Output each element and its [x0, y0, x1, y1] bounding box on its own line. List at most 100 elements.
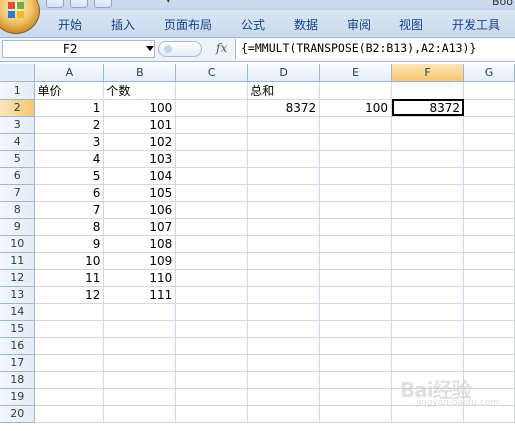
cell-f2[interactable]: 8372 [391, 99, 464, 117]
cell-g13[interactable] [463, 286, 515, 304]
cell-e2[interactable]: 100 [319, 99, 393, 117]
cell-b15[interactable] [103, 320, 177, 338]
cell-c4[interactable] [175, 133, 249, 151]
undo-icon[interactable] [70, 0, 88, 8]
cell-e1[interactable] [319, 81, 393, 100]
row-header-4[interactable]: 4 [0, 133, 36, 151]
cell-a4[interactable]: 3 [34, 133, 105, 151]
cell-d14[interactable] [247, 303, 321, 321]
cell-d15[interactable] [247, 320, 321, 338]
row-header-8[interactable]: 8 [0, 201, 36, 219]
row-header-5[interactable]: 5 [0, 150, 36, 168]
cell-f4[interactable] [391, 133, 464, 151]
cell-e5[interactable] [319, 150, 393, 168]
cell-g15[interactable] [463, 320, 515, 338]
save-icon[interactable] [46, 0, 64, 8]
cell-f20[interactable] [391, 405, 464, 423]
cell-e6[interactable] [319, 167, 393, 185]
cell-c9[interactable] [175, 218, 249, 236]
column-header-e[interactable]: E [319, 64, 393, 82]
cell-a13[interactable]: 12 [34, 286, 105, 304]
cell-d18[interactable] [247, 371, 321, 389]
cell-g20[interactable] [463, 405, 515, 423]
cell-d12[interactable] [247, 269, 321, 287]
cell-a6[interactable]: 5 [34, 167, 105, 185]
cell-d5[interactable] [247, 150, 321, 168]
cell-c10[interactable] [175, 235, 249, 253]
cell-a8[interactable]: 7 [34, 201, 105, 219]
cell-c14[interactable] [175, 303, 249, 321]
cell-f8[interactable] [391, 201, 464, 219]
cell-e13[interactable] [319, 286, 393, 304]
redo-icon[interactable] [94, 0, 112, 8]
cell-b3[interactable]: 101 [103, 116, 177, 134]
cell-d11[interactable] [247, 252, 321, 270]
tab-home[interactable]: 开始 [58, 16, 82, 33]
cell-d17[interactable] [247, 354, 321, 372]
cell-e20[interactable] [319, 405, 393, 423]
row-header-19[interactable]: 19 [0, 388, 36, 406]
cell-b11[interactable]: 109 [103, 252, 177, 270]
cell-g10[interactable] [463, 235, 515, 253]
tab-page-layout[interactable]: 页面布局 [164, 16, 212, 33]
cell-b7[interactable]: 105 [103, 184, 177, 202]
cell-e8[interactable] [319, 201, 393, 219]
cell-b13[interactable]: 111 [103, 286, 177, 304]
cell-c12[interactable] [175, 269, 249, 287]
cell-d7[interactable] [247, 184, 321, 202]
cell-a12[interactable]: 11 [34, 269, 105, 287]
cell-e19[interactable] [319, 388, 393, 406]
cell-b14[interactable] [103, 303, 177, 321]
cell-b20[interactable] [103, 405, 177, 423]
cell-f13[interactable] [391, 286, 464, 304]
cell-c7[interactable] [175, 184, 249, 202]
cell-b17[interactable] [103, 354, 177, 372]
row-header-9[interactable]: 9 [0, 218, 36, 236]
cell-c16[interactable] [175, 337, 249, 355]
cell-a10[interactable]: 9 [34, 235, 105, 253]
cell-f14[interactable] [391, 303, 464, 321]
cell-a9[interactable]: 8 [34, 218, 105, 236]
row-header-14[interactable]: 14 [0, 303, 36, 321]
cell-a11[interactable]: 10 [34, 252, 105, 270]
cell-b19[interactable] [103, 388, 177, 406]
column-header-d[interactable]: D [247, 64, 321, 82]
cell-e7[interactable] [319, 184, 393, 202]
cell-e16[interactable] [319, 337, 393, 355]
cell-c3[interactable] [175, 116, 249, 134]
cell-g1[interactable] [463, 81, 515, 100]
name-box[interactable]: F2 [2, 40, 155, 58]
cell-f19[interactable] [391, 388, 464, 406]
cell-g9[interactable] [463, 218, 515, 236]
cell-b8[interactable]: 106 [103, 201, 177, 219]
cell-e11[interactable] [319, 252, 393, 270]
cell-a17[interactable] [34, 354, 105, 372]
formula-input[interactable]: {=MMULT(TRANSPOSE(B2:B13),A2:A13)} [235, 39, 515, 59]
column-header-b[interactable]: B [103, 64, 177, 82]
cell-f3[interactable] [391, 116, 464, 134]
cell-b12[interactable]: 110 [103, 269, 177, 287]
cell-f12[interactable] [391, 269, 464, 287]
cell-e9[interactable] [319, 218, 393, 236]
cell-f5[interactable] [391, 150, 464, 168]
column-header-c[interactable]: C [175, 64, 249, 82]
cell-f1[interactable] [391, 81, 464, 100]
column-header-f[interactable]: F [391, 64, 464, 82]
cell-f18[interactable] [391, 371, 464, 389]
cell-b2[interactable]: 100 [103, 99, 177, 117]
row-header-10[interactable]: 10 [0, 235, 36, 253]
cell-a2[interactable]: 1 [34, 99, 105, 117]
name-box-dropdown-icon[interactable] [146, 46, 154, 51]
cell-d20[interactable] [247, 405, 321, 423]
select-all-corner[interactable] [0, 64, 36, 82]
cell-g14[interactable] [463, 303, 515, 321]
cell-e15[interactable] [319, 320, 393, 338]
cell-d2[interactable]: 8372 [247, 99, 321, 117]
cell-g17[interactable] [463, 354, 515, 372]
cell-d10[interactable] [247, 235, 321, 253]
cell-c8[interactable] [175, 201, 249, 219]
row-header-11[interactable]: 11 [0, 252, 36, 270]
cell-e17[interactable] [319, 354, 393, 372]
cell-a7[interactable]: 6 [34, 184, 105, 202]
cell-c13[interactable] [175, 286, 249, 304]
